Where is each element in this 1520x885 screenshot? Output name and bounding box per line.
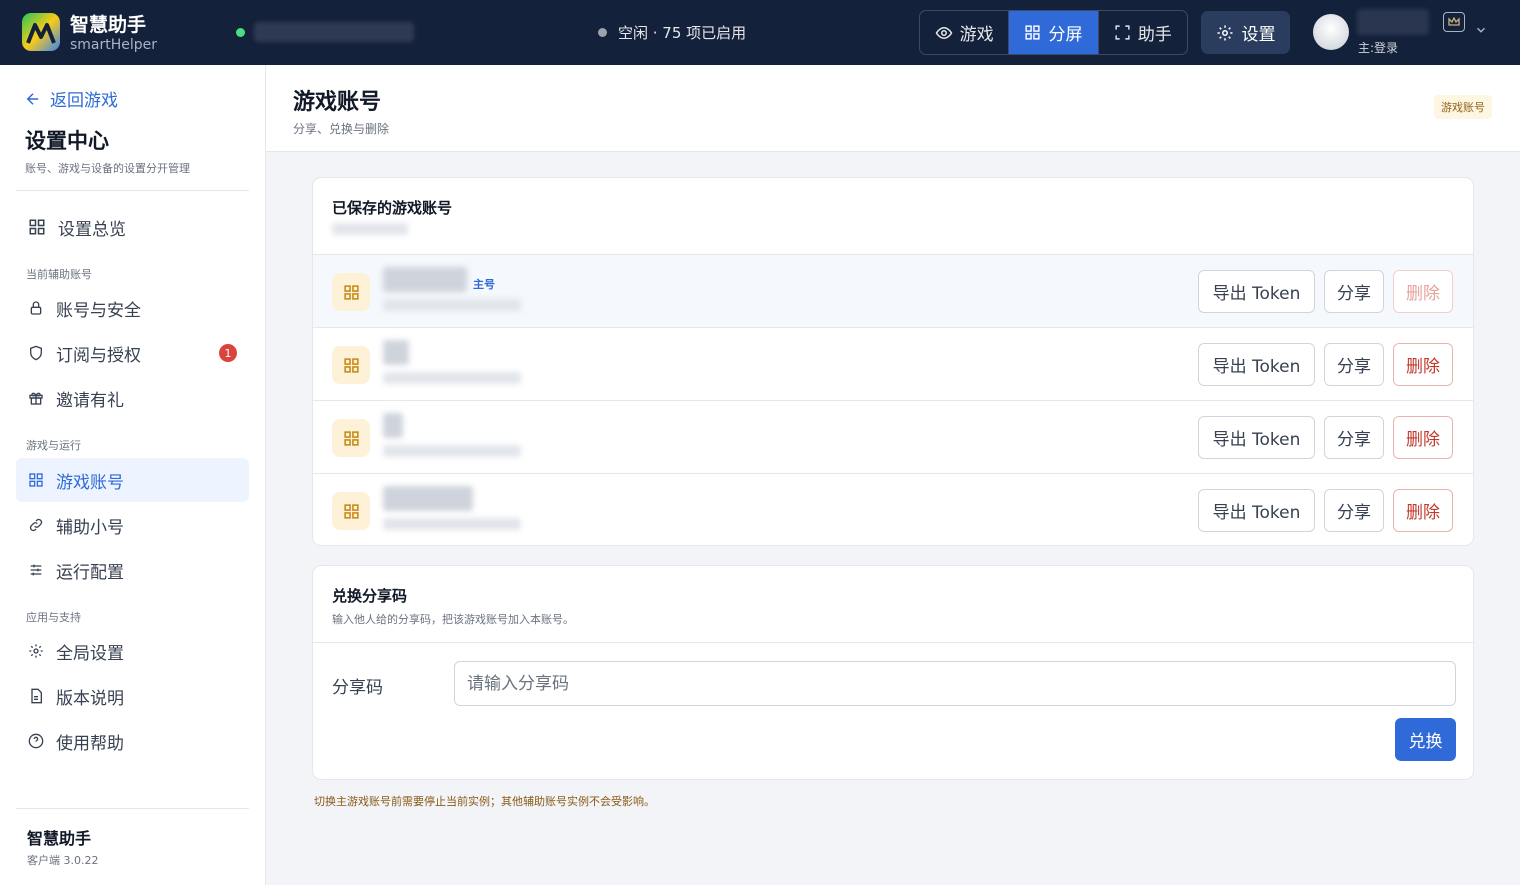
account-grid-icon <box>332 419 370 457</box>
user-name-redacted <box>1357 9 1429 35</box>
app-name: 智慧助手 <box>70 14 147 36</box>
delete-button[interactable]: 删除 <box>1393 343 1453 386</box>
sidebar: 返回游戏 设置中心 账号、游戏与设备的设置分开管理 设置总览 当前辅助账号 账号… <box>0 65 266 885</box>
page-subtitle: 分享、兑换与删除 <box>293 122 390 136</box>
share-code-input[interactable] <box>454 661 1456 706</box>
export-token-button[interactable]: 导出 Token <box>1198 416 1315 459</box>
sidebar-item-run-config[interactable]: 运行配置 <box>16 548 249 592</box>
gear-icon <box>1217 25 1232 40</box>
account-row: 导出 Token 分享 删除 <box>313 473 1473 546</box>
sidebar-footer-divider <box>16 808 249 809</box>
expand-icon <box>1115 25 1130 40</box>
sidebar-item-version[interactable]: 版本说明 <box>16 674 249 718</box>
section-label-game: 游戏与运行 <box>26 439 81 452</box>
sidebar-item-security[interactable]: 账号与安全 <box>16 286 249 330</box>
sidebar-item-game-accounts[interactable]: 游戏账号 <box>16 458 249 502</box>
gift-icon <box>29 392 43 405</box>
share-button[interactable]: 分享 <box>1324 489 1384 532</box>
sidebar-footer-title: 智慧助手 <box>27 829 92 848</box>
eye-icon <box>935 26 953 39</box>
app-subtitle: smartHelper <box>70 37 158 53</box>
sidebar-divider <box>16 190 249 191</box>
sidebar-item-global[interactable]: 全局设置 <box>16 629 249 673</box>
grid-icon <box>29 219 45 235</box>
mode-game-button[interactable]: 游戏 <box>920 11 1010 54</box>
account-row: 导出 Token 分享 删除 <box>313 327 1473 400</box>
sidebar-item-overview[interactable]: 设置总览 <box>16 205 249 249</box>
mode-assistant-button[interactable]: 助手 <box>1099 11 1187 54</box>
crown-icon[interactable] <box>1443 12 1465 32</box>
redeem-description: 输入他人给的分享码，把该游戏账号加入本账号。 <box>332 613 574 626</box>
account-grid-icon <box>332 346 370 384</box>
page-badge: 游戏账号 <box>1434 95 1492 119</box>
delete-button[interactable]: 删除 <box>1393 270 1453 313</box>
lock-icon <box>30 301 42 315</box>
status-text: 空闲 · 75 项已启用 <box>598 22 746 43</box>
footnote-warning: 切换主游戏账号前需要停止当前实例；其他辅助账号实例不会受影响。 <box>314 795 655 808</box>
saved-accounts-card: 已保存的游戏账号 主号 导出 Token 分享 删除 导出 Token 分享 删… <box>312 177 1474 546</box>
sidebar-item-help[interactable]: 使用帮助 <box>16 719 249 763</box>
user-role: 主:登录 <box>1358 41 1399 55</box>
gear-icon <box>29 644 43 658</box>
sliders-icon <box>30 564 42 576</box>
redeem-title: 兑换分享码 <box>332 587 408 605</box>
section-label-app: 应用与支持 <box>26 611 81 624</box>
sidebar-item-alts[interactable]: 辅助小号 <box>16 503 249 547</box>
main-account-tag: 主号 <box>473 278 495 291</box>
account-grid-icon <box>332 273 370 311</box>
account-name-redacted <box>383 340 409 365</box>
export-token-button[interactable]: 导出 Token <box>1198 343 1315 386</box>
link-icon <box>29 518 43 532</box>
account-meta-redacted <box>383 299 521 311</box>
delete-button[interactable]: 删除 <box>1393 489 1453 532</box>
mode-switcher: 游戏 分屏 助手 <box>919 10 1188 55</box>
chevron-down-icon[interactable] <box>1474 23 1488 37</box>
user-avatar[interactable] <box>1313 14 1349 50</box>
account-name-redacted <box>383 486 473 511</box>
redeem-button[interactable]: 兑换 <box>1395 718 1456 761</box>
account-row: 主号 导出 Token 分享 删除 <box>313 254 1473 327</box>
share-button[interactable]: 分享 <box>1324 416 1384 459</box>
share-code-label: 分享码 <box>332 678 383 698</box>
sidebar-title: 设置中心 <box>25 129 109 153</box>
account-name-redacted <box>383 413 403 438</box>
back-to-game-link[interactable]: 返回游戏 <box>24 86 118 111</box>
account-count-redacted <box>332 223 408 235</box>
grid-icon <box>29 473 43 487</box>
delete-button[interactable]: 删除 <box>1393 416 1453 459</box>
redeem-share-code-card: 兑换分享码 输入他人给的分享码，把该游戏账号加入本账号。 分享码 兑换 <box>312 565 1474 780</box>
account-meta-redacted <box>383 518 521 530</box>
account-name-redacted <box>383 267 467 292</box>
notification-badge: 1 <box>219 344 237 362</box>
sidebar-item-invite[interactable]: 邀请有礼 <box>16 376 249 420</box>
grid-icon <box>1025 25 1041 40</box>
shield-icon <box>30 345 42 361</box>
app-logo <box>22 13 60 51</box>
settings-button[interactable]: 设置 <box>1201 11 1290 54</box>
sidebar-item-subscription[interactable]: 订阅与授权 1 <box>16 331 249 375</box>
device-name-redacted <box>254 22 414 42</box>
account-meta-redacted <box>383 445 521 457</box>
mode-split-button[interactable]: 分屏 <box>1009 11 1099 54</box>
account-row: 导出 Token 分享 删除 <box>313 400 1473 473</box>
client-version: 客户端 3.0.22 <box>27 854 99 867</box>
saved-accounts-title: 已保存的游戏账号 <box>332 199 453 217</box>
status-dot <box>598 28 607 37</box>
account-grid-icon <box>332 492 370 530</box>
help-circle-icon <box>28 733 44 749</box>
arrow-left-icon <box>26 92 39 105</box>
document-icon <box>31 688 42 704</box>
sidebar-description: 账号、游戏与设备的设置分开管理 <box>25 162 190 175</box>
export-token-button[interactable]: 导出 Token <box>1198 489 1315 532</box>
account-meta-redacted <box>383 372 521 384</box>
page-title: 游戏账号 <box>293 90 382 115</box>
page-header: 游戏账号 分享、兑换与删除 游戏账号 <box>266 65 1520 152</box>
share-button[interactable]: 分享 <box>1324 343 1384 386</box>
share-button[interactable]: 分享 <box>1324 270 1384 313</box>
card-divider <box>313 642 1473 643</box>
export-token-button[interactable]: 导出 Token <box>1198 270 1315 313</box>
online-indicator <box>236 28 245 37</box>
section-label-current: 当前辅助账号 <box>26 268 92 281</box>
top-bar: 智慧助手 smartHelper 空闲 · 75 项已启用 游戏 分屏 助手 设… <box>0 0 1520 65</box>
